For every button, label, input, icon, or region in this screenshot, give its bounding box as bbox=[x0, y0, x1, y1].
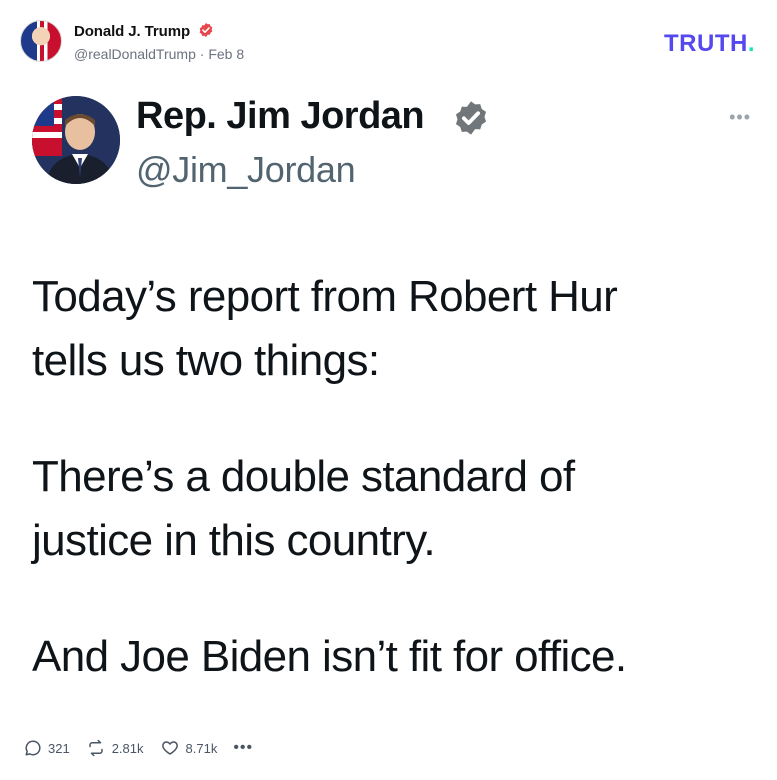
truth-logo[interactable]: TRUTH. bbox=[664, 30, 755, 58]
truth-logo-dot: . bbox=[747, 30, 755, 57]
post-date[interactable]: Feb 8 bbox=[208, 46, 244, 62]
tweet-line: And Joe Biden isn’t fit for office. bbox=[32, 632, 627, 681]
tweet-line: tells us two things: bbox=[32, 336, 380, 385]
author-name-row[interactable]: Donald J. Trump bbox=[74, 22, 214, 42]
tweet-verified-badge-icon bbox=[452, 99, 490, 142]
tweet-body: Today’s report from Robert Hur tells us … bbox=[32, 265, 752, 689]
tweet-more-icon: ••• bbox=[729, 107, 751, 127]
meta-separator: · bbox=[199, 46, 205, 62]
heart-icon bbox=[161, 741, 178, 755]
tweet-line: Today’s report from Robert Hur bbox=[32, 272, 618, 321]
author-handle[interactable]: @realDonaldTrump bbox=[74, 46, 196, 62]
embedded-tweet-image[interactable]: Rep. Jim Jordan @Jim_Jordan ••• Today’s … bbox=[20, 85, 757, 705]
reply-icon bbox=[25, 740, 41, 756]
tweet-paragraph: There’s a double standard of justice in … bbox=[32, 445, 752, 573]
tweet-author-handle: @Jim_Jordan bbox=[136, 149, 356, 190]
reply-count: 321 bbox=[48, 740, 70, 756]
post-more-button[interactable]: ••• bbox=[233, 739, 253, 757]
like-button[interactable]: 8.71k bbox=[160, 739, 218, 757]
tweet-author-photo-icon bbox=[32, 96, 120, 184]
author-meta: @realDonaldTrump · Feb 8 bbox=[74, 46, 244, 62]
tweet-line: justice in this country. bbox=[32, 516, 436, 565]
tweet-line: There’s a double standard of bbox=[32, 452, 575, 501]
retruth-count: 2.81k bbox=[111, 740, 144, 756]
retruth-icon bbox=[88, 739, 103, 757]
author-avatar[interactable] bbox=[20, 20, 62, 62]
tweet-author-name: Rep. Jim Jordan bbox=[136, 95, 425, 137]
tweet-paragraph: And Joe Biden isn’t fit for office. bbox=[32, 625, 752, 689]
tweet-author-avatar bbox=[32, 96, 120, 184]
truth-logo-text: TRUTH bbox=[664, 30, 748, 57]
retruth-button[interactable]: 2.81k bbox=[86, 739, 144, 757]
author-name[interactable]: Donald J. Trump bbox=[74, 23, 190, 40]
like-count: 8.71k bbox=[185, 740, 218, 756]
post-header: Donald J. Trump @realDonaldTrump · Feb 8… bbox=[20, 20, 757, 66]
post-actions: 321 2.81k 8.71k ••• bbox=[24, 736, 253, 760]
verified-badge-icon bbox=[198, 22, 214, 42]
tweet-paragraph: Today’s report from Robert Hur tells us … bbox=[32, 265, 752, 393]
reply-button[interactable]: 321 bbox=[24, 739, 70, 757]
